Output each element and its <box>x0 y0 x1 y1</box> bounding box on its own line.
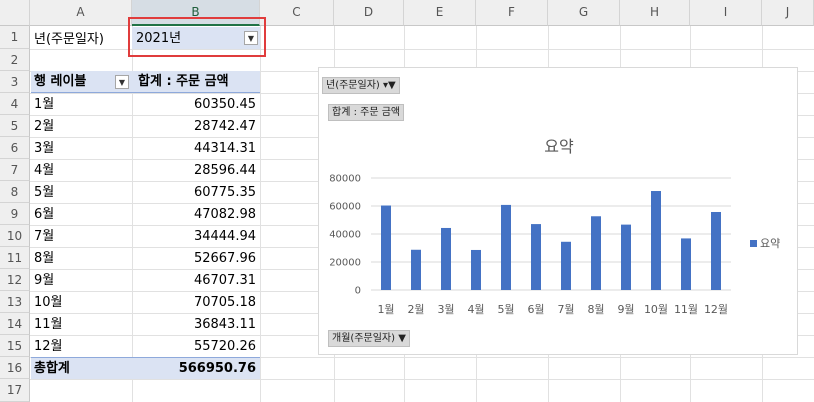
pivot-row-value: 47082.98 <box>193 207 256 222</box>
pivot-row-value: 44314.31 <box>193 141 256 156</box>
pivot-row-label: 1월 <box>34 97 55 112</box>
pivot-row-value: 36843.11 <box>193 317 256 332</box>
x-tick-label: 9월 <box>617 303 634 316</box>
pivot-row-label: 4월 <box>34 163 55 178</box>
column-header-j[interactable]: J <box>762 0 814 26</box>
pivot-row-label: 5월 <box>34 185 55 200</box>
x-tick-label: 10월 <box>644 303 668 316</box>
y-tick-label: 60000 <box>329 202 361 213</box>
chart-title: 요약 <box>544 137 574 156</box>
row-header-5[interactable]: 5 <box>0 115 30 137</box>
row-header-4[interactable]: 4 <box>0 93 30 115</box>
x-tick-label: 3월 <box>437 303 454 316</box>
row-header-13[interactable]: 13 <box>0 291 30 313</box>
grid-line-horizontal <box>30 379 814 380</box>
x-tick-label: 7월 <box>557 303 574 316</box>
row-header-2[interactable]: 2 <box>0 49 30 71</box>
row-label-dropdown-icon[interactable]: ▼ <box>115 75 129 89</box>
row-header-9[interactable]: 9 <box>0 203 30 225</box>
column-header-a[interactable]: A <box>30 0 132 26</box>
column-header-g[interactable]: G <box>548 0 620 26</box>
grid-line-vertical <box>260 26 261 402</box>
pivot-row-value: 34444.94 <box>193 229 256 244</box>
row-header-1[interactable]: 1 <box>0 26 30 49</box>
chart-plot: 요약 80000 60000 40000 20000 0 1월 2월 3월 4월 5월 6월 7월 8월 9… <box>329 137 780 316</box>
pivot-row-label: 2월 <box>34 119 55 134</box>
chart-bar <box>561 241 571 290</box>
pivot-row-label: 7월 <box>34 229 55 244</box>
pivot-value-header: 합계 : 주문 금액 <box>138 74 229 89</box>
chart-bar <box>381 205 391 290</box>
chart-bar <box>621 224 631 290</box>
pivot-row-label: 12월 <box>34 339 63 354</box>
chart-bar <box>471 249 481 290</box>
x-tick-label: 2월 <box>407 303 424 316</box>
pivot-chart[interactable]: 년(주문일자) ▾▼ 합계 : 주문 금액 개월(주문일자) ▼ 요약 80000… <box>318 67 798 355</box>
y-tick-label: 20000 <box>329 258 361 269</box>
pivot-row-value: 46707.31 <box>193 273 256 288</box>
legend-label: 요약 <box>760 236 780 250</box>
x-tick-label: 5월 <box>497 303 514 316</box>
chart-bar <box>531 224 541 290</box>
pivot-row-label: 6월 <box>34 207 55 222</box>
y-tick-label: 0 <box>355 286 361 297</box>
column-header-d[interactable]: D <box>334 0 404 26</box>
legend-swatch <box>750 240 757 247</box>
row-header-10[interactable]: 10 <box>0 225 30 247</box>
pivot-row-value: 60775.35 <box>193 185 256 200</box>
row-header-6[interactable]: 6 <box>0 137 30 159</box>
chart-bar <box>441 227 451 290</box>
x-tick-label: 1월 <box>377 303 394 316</box>
chart-bar <box>681 238 691 290</box>
chart-bar <box>651 191 661 290</box>
filter-label: 년(주문일자) <box>34 32 104 47</box>
total-value: 566950.76 <box>178 361 256 376</box>
x-tick-label: 6월 <box>527 303 544 316</box>
chart-bar <box>501 204 511 290</box>
x-tick-label: 8월 <box>587 303 604 316</box>
column-header-e[interactable]: E <box>404 0 476 26</box>
pivot-row-value: 55720.26 <box>193 339 256 354</box>
pivot-row-label: 3월 <box>34 141 55 156</box>
row-header-16[interactable]: 16 <box>0 357 30 379</box>
total-label: 총합계 <box>34 361 70 376</box>
select-all-corner[interactable] <box>0 0 30 26</box>
row-header-8[interactable]: 8 <box>0 181 30 203</box>
chart-bar <box>711 211 721 290</box>
pivot-row-label: 10월 <box>34 295 63 310</box>
highlight-box <box>128 17 266 57</box>
chart-bar <box>591 216 601 290</box>
column-header-h[interactable]: H <box>620 0 690 26</box>
pivot-row-label: 9월 <box>34 273 55 288</box>
pivot-row-value: 28742.47 <box>193 119 256 134</box>
pivot-row-value: 60350.45 <box>193 97 256 112</box>
pivot-row-label: 8월 <box>34 251 55 266</box>
row-header-17[interactable]: 17 <box>0 379 30 402</box>
pivot-row-value: 52667.96 <box>193 251 256 266</box>
row-header-7[interactable]: 7 <box>0 159 30 181</box>
x-tick-label: 12월 <box>704 303 728 316</box>
y-tick-label: 80000 <box>329 174 361 185</box>
row-header-15[interactable]: 15 <box>0 335 30 357</box>
row-header-12[interactable]: 12 <box>0 269 30 291</box>
pivot-row-label-header: 행 레이블 <box>34 74 87 89</box>
row-header-3[interactable]: 3 <box>0 71 30 93</box>
pivot-row-value: 70705.18 <box>193 295 256 310</box>
column-header-i[interactable]: I <box>690 0 762 26</box>
column-header-c[interactable]: C <box>260 0 334 26</box>
row-header-11[interactable]: 11 <box>0 247 30 269</box>
y-tick-label: 40000 <box>329 230 361 241</box>
column-header-f[interactable]: F <box>476 0 548 26</box>
pivot-row-value: 28596.44 <box>193 163 256 178</box>
x-tick-label: 4월 <box>467 303 484 316</box>
chart-bar <box>411 249 421 290</box>
row-header-14[interactable]: 14 <box>0 313 30 335</box>
pivot-row-label: 11월 <box>34 317 63 332</box>
x-tick-label: 11월 <box>674 303 698 316</box>
